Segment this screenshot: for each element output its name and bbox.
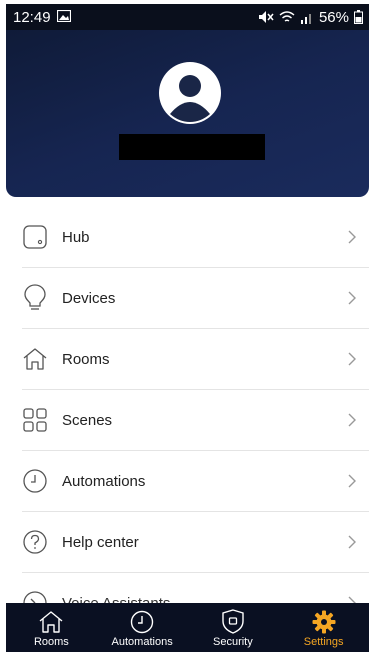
username-redacted [119,134,265,160]
nav-item-automations[interactable]: Automations [97,603,188,652]
nav-item-rooms[interactable]: Rooms [6,603,97,652]
nav-item-label: Rooms [33,636,69,648]
status-time: 12:49 [13,8,51,26]
nav-item-label: Settings [303,636,344,648]
battery-icon [354,10,363,24]
menu-item-rooms[interactable]: Rooms [22,329,369,390]
scenes-grid-icon [22,407,48,433]
menu-item-automations[interactable]: Automations [22,451,369,512]
chevron-right-icon [347,534,357,550]
shield-icon [222,609,244,636]
gear-icon [312,610,336,636]
nav-item-security[interactable]: Security [188,603,279,652]
chevron-right-icon [347,412,357,428]
battery-percentage: 56% [318,8,349,26]
mute-icon [258,10,274,24]
menu-item-scenes[interactable]: Scenes [22,390,369,451]
menu-item-label: Hub [62,228,90,246]
chevron-right-icon [347,473,357,489]
gallery-notification-icon [56,9,71,26]
chevron-right-icon [347,351,357,367]
signal-icon [300,11,314,24]
chevron-right-icon [347,229,357,245]
menu-item-help-center[interactable]: Help center [22,512,369,573]
menu-item-devices[interactable]: Devices [22,268,369,329]
bottom-nav: Rooms Automations Security Settings [6,603,369,652]
hub-icon [22,224,48,250]
avatar-icon[interactable] [159,62,221,124]
menu-item-label: Rooms [62,350,110,368]
nav-item-settings[interactable]: Settings [278,603,369,652]
clock-icon [130,610,154,636]
question-icon [22,529,48,555]
status-bar: 12:49 56% [6,4,369,30]
nav-item-label: Automations [111,636,173,648]
menu-item-hub[interactable]: Hub [22,207,369,268]
menu-item-label: Devices [62,289,116,307]
clock-icon [22,468,48,494]
wifi-icon [279,10,295,24]
menu-item-label: Help center [62,533,139,551]
menu-item-label: Scenes [62,411,113,429]
lightbulb-icon [22,284,48,311]
nav-item-label: Security [213,636,253,648]
house-icon [38,610,64,636]
house-icon [22,346,48,372]
chevron-right-icon [347,290,357,306]
settings-menu: Hub Devices Rooms Scenes Automations Hel… [22,207,369,634]
menu-item-label: Automations [62,472,146,490]
